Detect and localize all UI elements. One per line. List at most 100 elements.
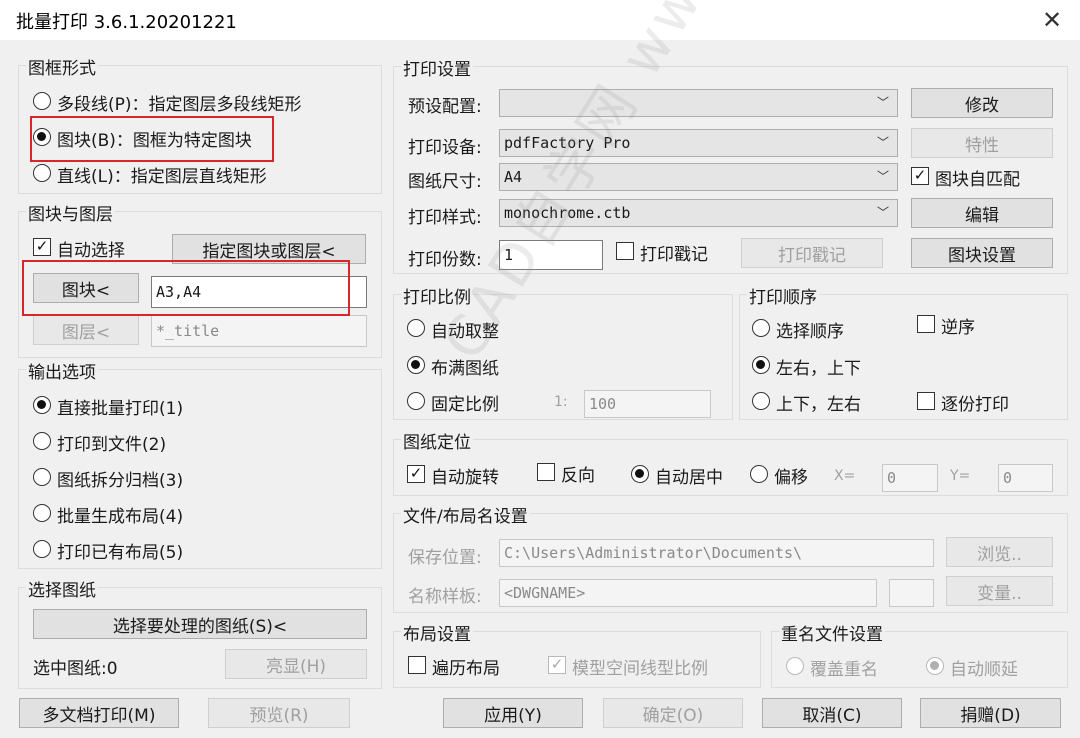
offset-x-label: X= — [834, 468, 856, 484]
scale-fixed-label: 固定比例 — [431, 395, 499, 415]
highlight-box-block — [22, 260, 350, 316]
traverse-layout-label: 遍历布局 — [432, 659, 500, 679]
auto-select-label: 自动选择 — [57, 241, 125, 261]
offset-x-input[interactable]: 0 — [882, 464, 938, 492]
print-stamp-checkbox[interactable] — [616, 242, 634, 260]
output-file-radio[interactable] — [33, 432, 51, 450]
layer-names-input[interactable]: *_title — [151, 315, 367, 347]
block-match-label: 图块自匹配 — [935, 170, 1020, 190]
layer-pick-button[interactable]: 图层< — [33, 315, 139, 345]
order-lr-tb-radio[interactable] — [752, 356, 770, 374]
auto-rotate-label: 自动旋转 — [431, 468, 499, 488]
collate-label: 逐份打印 — [941, 395, 1009, 415]
model-linetype-checkbox[interactable]: ✓ — [548, 656, 566, 674]
cancel-button[interactable]: 取消(C) — [762, 698, 902, 728]
frame-polyline-radio[interactable] — [33, 92, 51, 110]
offset-y-label: Y= — [950, 468, 971, 484]
block-match-checkbox[interactable]: ✓ — [911, 167, 929, 185]
positioning-title: 图纸定位 — [401, 428, 473, 453]
block-layer-title: 图块与图层 — [26, 200, 115, 225]
save-location-label: 保存位置: — [408, 548, 482, 568]
name-pattern-input[interactable]: <DWGNAME> — [499, 579, 877, 607]
output-existing-layout-label: 打印已有布局(5) — [57, 543, 184, 563]
output-title: 输出选项 — [26, 358, 98, 383]
print-order-title: 打印顺序 — [747, 283, 819, 308]
output-gen-layout-label: 批量生成布局(4) — [57, 507, 184, 527]
scale-ratio-prefix: 1: — [554, 394, 568, 410]
chevron-down-icon: ﹀ — [876, 169, 889, 184]
apply-button[interactable]: 应用(Y) — [443, 698, 583, 728]
traverse-layout-checkbox[interactable] — [408, 656, 426, 674]
output-split-radio[interactable] — [33, 468, 51, 486]
offset-y-input[interactable]: 0 — [998, 464, 1053, 492]
selected-count-label: 选中图纸:0 — [33, 659, 118, 679]
reverse-label: 反向 — [561, 466, 595, 486]
block-settings-button[interactable]: 图块设置 — [911, 238, 1053, 268]
window-title: 批量打印 3.6.1.20201221 — [16, 12, 237, 33]
output-split-label: 图纸拆分归档(3) — [57, 471, 184, 491]
highlight-box-frame — [30, 116, 274, 162]
chevron-down-icon: ﹀ — [876, 135, 889, 150]
overwrite-radio[interactable] — [786, 657, 804, 675]
frame-polyline-label: 多段线(P)：指定图层多段线矩形 — [57, 95, 302, 115]
modify-button[interactable]: 修改 — [911, 88, 1053, 118]
ok-button[interactable]: 确定(O) — [603, 698, 743, 728]
plot-style-label: 打印样式: — [408, 208, 482, 228]
output-file-label: 打印到文件(2) — [57, 435, 167, 455]
order-selection-radio[interactable] — [752, 319, 770, 337]
order-reverse-checkbox[interactable] — [917, 315, 935, 333]
file-naming-title: 文件/布局名设置 — [401, 502, 530, 527]
offset-label: 偏移 — [774, 468, 808, 488]
order-lr-tb-label: 左右，上下 — [776, 359, 861, 379]
scale-ratio-input[interactable]: 100 — [584, 390, 711, 418]
auto-center-radio[interactable] — [631, 465, 649, 483]
auto-increment-label: 自动顺延 — [950, 660, 1018, 680]
name-suffix-input[interactable] — [889, 579, 934, 607]
variable-button[interactable]: 变量.. — [946, 576, 1053, 606]
scale-fixed-radio[interactable] — [407, 392, 425, 410]
overwrite-label: 覆盖重名 — [810, 660, 878, 680]
donate-button[interactable]: 捐赠(D) — [920, 698, 1061, 728]
auto-rotate-checkbox[interactable]: ✓ — [407, 465, 425, 483]
offset-radio[interactable] — [750, 465, 768, 483]
auto-center-label: 自动居中 — [655, 468, 723, 488]
save-location-input[interactable]: C:\Users\Administrator\Documents\ — [499, 539, 934, 567]
reverse-checkbox[interactable] — [537, 463, 555, 481]
name-pattern-label: 名称样板: — [408, 587, 482, 607]
chevron-down-icon: ﹀ — [876, 95, 889, 110]
edit-style-button[interactable]: 编辑 — [911, 198, 1053, 228]
frame-form-title: 图框形式 — [26, 54, 98, 79]
print-stamp-button[interactable]: 打印戳记 — [741, 238, 883, 268]
frame-line-label: 直线(L)：指定图层直线矩形 — [57, 167, 267, 187]
chevron-down-icon: ﹀ — [876, 205, 889, 220]
output-existing-layout-radio[interactable] — [33, 540, 51, 558]
select-sheets-title: 选择图纸 — [26, 576, 98, 601]
paper-size-label: 图纸尺寸: — [408, 172, 482, 192]
multi-doc-print-button[interactable]: 多文档打印(M) — [19, 698, 179, 728]
auto-increment-radio[interactable] — [926, 657, 944, 675]
device-label: 打印设备: — [408, 138, 482, 158]
order-tb-lr-label: 上下，左右 — [776, 395, 861, 415]
properties-button[interactable]: 特性 — [911, 128, 1053, 158]
layout-title: 布局设置 — [401, 620, 473, 645]
output-direct-radio[interactable] — [33, 396, 51, 414]
print-stamp-check-label: 打印戳记 — [640, 245, 708, 265]
browse-button[interactable]: 浏览.. — [946, 537, 1053, 567]
order-reverse-label: 逆序 — [941, 318, 975, 338]
preset-label: 预设配置: — [408, 97, 482, 117]
output-direct-label: 直接批量打印(1) — [57, 399, 184, 419]
scale-fit-radio[interactable] — [407, 356, 425, 374]
preview-button[interactable]: 预览(R) — [208, 698, 350, 728]
rename-title: 重名文件设置 — [779, 620, 885, 645]
order-tb-lr-radio[interactable] — [752, 392, 770, 410]
select-sheets-button[interactable]: 选择要处理的图纸(S)< — [33, 609, 367, 639]
highlight-button[interactable]: 亮显(H) — [225, 649, 367, 679]
output-gen-layout-radio[interactable] — [33, 504, 51, 522]
collate-checkbox[interactable] — [917, 392, 935, 410]
close-icon[interactable]: ✕ — [1038, 6, 1066, 34]
auto-select-checkbox[interactable]: ✓ — [33, 238, 51, 256]
model-linetype-label: 模型空间线型比例 — [572, 659, 708, 679]
order-selection-label: 选择顺序 — [776, 322, 844, 342]
frame-line-radio[interactable] — [33, 164, 51, 182]
print-settings-title: 打印设置 — [401, 55, 473, 80]
